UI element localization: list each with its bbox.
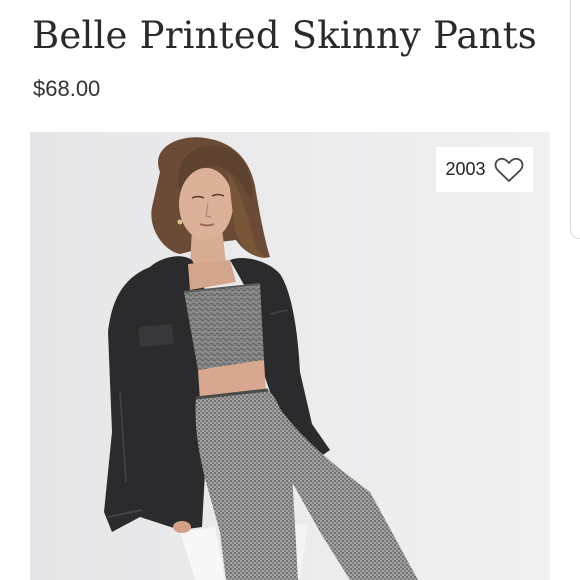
like-button[interactable]: 2003: [436, 147, 533, 192]
scrollbar[interactable]: [570, 0, 580, 239]
product-image[interactable]: [30, 132, 550, 580]
heart-outline-icon: [494, 157, 523, 182]
model-illustration: [30, 132, 550, 580]
product-price: $68.00: [33, 76, 101, 101]
like-count: 2003: [445, 159, 486, 179]
product-title: Belle Printed Skinny Pants: [32, 14, 537, 57]
